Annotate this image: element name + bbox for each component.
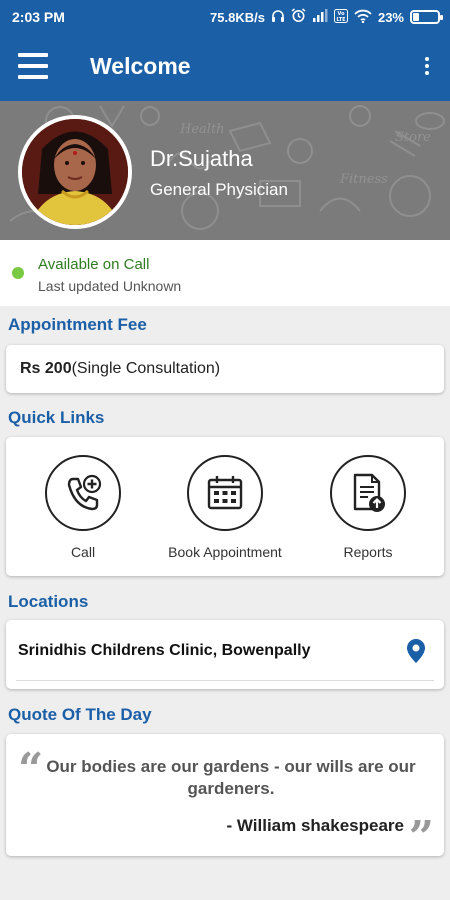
fee-amount: Rs 200 — [20, 360, 72, 377]
quick-link-reports[interactable]: Reports — [293, 455, 443, 560]
availability-last-updated: Last updated Unknown — [38, 278, 182, 294]
volte-icon: Vo LTE — [333, 8, 348, 26]
headphones-icon — [271, 9, 285, 26]
quick-link-label: Reports — [343, 544, 393, 560]
quote-author: - William shakespeare — [226, 816, 405, 835]
report-upload-icon[interactable] — [330, 455, 406, 531]
svg-text:Fitness: Fitness — [339, 172, 388, 187]
divider — [16, 680, 434, 681]
quote-heading: Quote Of The Day — [8, 705, 152, 724]
location-card[interactable]: Srinidhis Childrens Clinic, Bowenpally — [6, 620, 444, 689]
fee-description: (Single Consultation) — [71, 360, 221, 377]
status-time: 2:03 PM — [12, 9, 65, 25]
appointment-fee-card: Rs 200(Single Consultation) — [6, 345, 444, 393]
signal-icon — [312, 9, 328, 25]
doctor-profile-header: Health Fitness Store Dr.Sujatha General Ph… — [0, 101, 450, 240]
wifi-icon — [354, 9, 372, 26]
quick-link-call[interactable]: Call — [8, 455, 158, 560]
location-pin-icon[interactable] — [406, 638, 426, 669]
page-title: Welcome — [90, 53, 191, 79]
quick-link-label: Call — [70, 544, 96, 560]
battery-percent: 23% — [377, 9, 404, 25]
alarm-icon — [291, 8, 306, 26]
open-quote-icon: “ — [18, 744, 44, 795]
calendar-icon[interactable] — [187, 455, 263, 531]
battery-icon — [410, 10, 443, 24]
appointment-fee-heading: Appointment Fee — [8, 315, 147, 334]
app-bar: Welcome — [0, 33, 450, 101]
svg-text:Store: Store — [395, 130, 431, 145]
close-quote-icon: ” — [408, 812, 434, 863]
doctor-avatar — [18, 115, 132, 229]
locations-heading: Locations — [8, 592, 89, 611]
fee-text: Rs 200(Single Consultation) — [20, 360, 220, 378]
network-speed: 75.8KB/s — [210, 9, 265, 25]
hamburger-menu-icon[interactable] — [18, 53, 50, 79]
status-icons: 75.8KB/s Vo LTE 23% — [210, 8, 443, 26]
doctor-specialization: General Physician — [150, 180, 288, 199]
quote-text: Our bodies are our gardens - our wills a… — [46, 757, 416, 798]
status-indicator — [12, 267, 24, 279]
quick-links-heading: Quick Links — [8, 408, 105, 427]
svg-text:Health: Health — [179, 122, 225, 137]
quick-link-label: Book Appointment — [168, 544, 282, 560]
more-vert-icon[interactable] — [422, 57, 432, 77]
svg-text:LTE: LTE — [336, 17, 346, 23]
status-bar: 2:03 PM 75.8KB/s Vo LTE 23% — [0, 0, 450, 33]
availability-status: Available on Call — [38, 256, 150, 273]
quick-links-card: Call Book Appointment Reports — [6, 437, 444, 576]
location-name: Srinidhis Childrens Clinic, Bowenpally — [18, 642, 311, 659]
availability-panel: Available on Call Last updated Unknown — [0, 240, 450, 306]
doctor-name: Dr.Sujatha — [150, 146, 253, 171]
battery-level — [413, 13, 419, 21]
quick-link-book-appointment[interactable]: Book Appointment — [150, 455, 300, 560]
quote-card: “ Our bodies are our gardens - our wills… — [6, 734, 444, 860]
phone-plus-icon[interactable] — [45, 455, 121, 531]
